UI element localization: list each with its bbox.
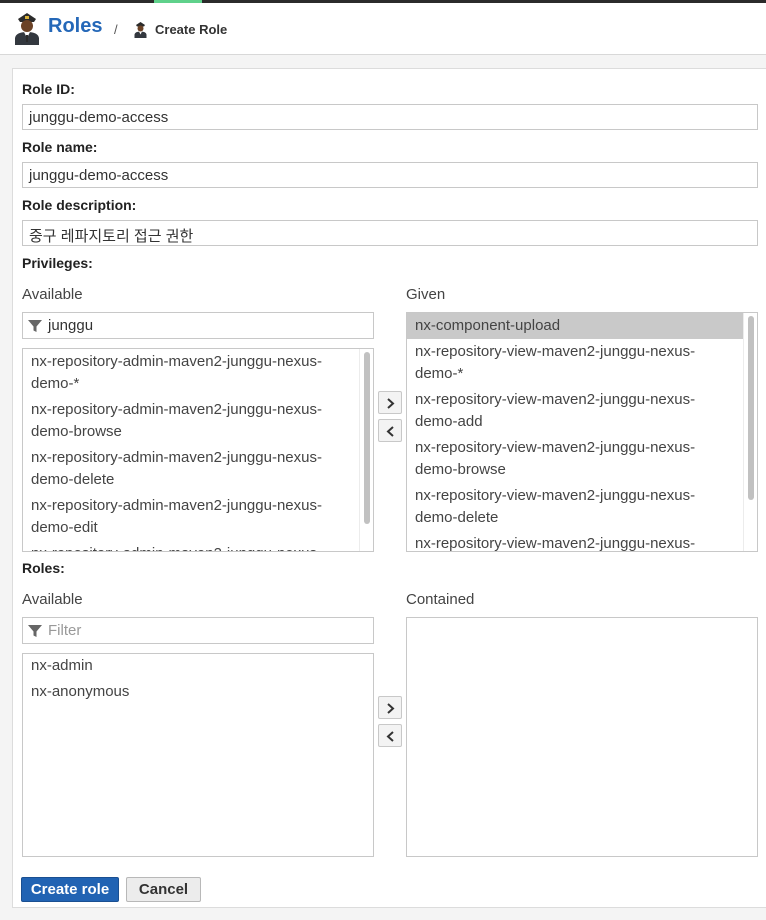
- list-item[interactable]: nx-repository-view-maven2-junggu-nexus-d…: [407, 339, 743, 387]
- chevron-left-icon: [386, 731, 394, 742]
- list-item[interactable]: nx-repository-admin-maven2-junggu-nexus-…: [23, 397, 359, 445]
- privileges-filter-input[interactable]: junggu: [22, 312, 374, 339]
- privileges-available-list[interactable]: nx-repository-admin-maven2-junggu-nexus-…: [22, 348, 374, 552]
- role-description-label: Role description:: [22, 197, 137, 213]
- list-item[interactable]: nx-anonymous: [23, 679, 359, 705]
- officer-small-icon: [133, 21, 148, 43]
- privileges-label: Privileges:: [22, 255, 93, 271]
- list-item[interactable]: nx-repository-admin-maven2-junggu-nexus-…: [23, 493, 359, 541]
- list-item[interactable]: nx-repository-view-maven2-junggu-nexus-d…: [407, 435, 743, 483]
- role-description-input[interactable]: 중구 레파지토리 접근 권한: [22, 220, 758, 246]
- list-item[interactable]: nx-repository-admin-maven2-junggu-nexus-…: [23, 445, 359, 493]
- privileges-given-list[interactable]: nx-component-upload nx-repository-view-m…: [406, 312, 758, 552]
- roles-filter-placeholder: Filter: [48, 622, 82, 639]
- add-privilege-button[interactable]: [378, 391, 402, 414]
- remove-role-button[interactable]: [378, 724, 402, 747]
- list-item[interactable]: nx-repository-view-maven2-junggu-nexus-d…: [407, 483, 743, 531]
- privileges-given-label: Given: [406, 286, 446, 303]
- roles-label: Roles:: [22, 560, 65, 576]
- privileges-available-label: Available: [22, 286, 83, 303]
- scrollbar[interactable]: [359, 349, 373, 551]
- filter-icon: [27, 623, 43, 644]
- scrollbar-thumb[interactable]: [364, 352, 370, 524]
- chevron-right-icon: [387, 398, 395, 409]
- list-item[interactable]: nx-repository-admin-maven2-junggu-nexus-…: [23, 541, 359, 551]
- list-item[interactable]: nx-repository-admin-maven2-junggu-nexus-…: [23, 349, 359, 397]
- filter-icon: [27, 318, 43, 339]
- roles-filter-input[interactable]: Filter: [22, 617, 374, 644]
- list-item[interactable]: nx-repository-view-maven2-junggu-nexus-d…: [407, 387, 743, 435]
- breadcrumb-separator: /: [114, 22, 118, 37]
- scrollbar[interactable]: [743, 313, 757, 551]
- list-item-selected[interactable]: nx-component-upload: [407, 313, 743, 339]
- create-role-button[interactable]: Create role: [21, 877, 119, 902]
- privileges-filter-value: junggu: [48, 317, 94, 334]
- remove-privilege-button[interactable]: [378, 419, 402, 442]
- role-id-input[interactable]: junggu-demo-access: [22, 104, 758, 130]
- chevron-left-icon: [386, 426, 394, 437]
- add-role-button[interactable]: [378, 696, 402, 719]
- page-title[interactable]: Roles: [48, 15, 102, 38]
- cancel-button[interactable]: Cancel: [126, 877, 201, 902]
- roles-available-list[interactable]: nx-admin nx-anonymous: [22, 653, 374, 857]
- roles-contained-list[interactable]: [406, 617, 758, 857]
- list-item[interactable]: nx-repository-view-maven2-junggu-nexus-d…: [407, 531, 743, 551]
- scrollbar-thumb[interactable]: [748, 316, 754, 500]
- role-id-label: Role ID:: [22, 81, 75, 97]
- list-item[interactable]: nx-admin: [23, 654, 359, 679]
- roles-contained-label: Contained: [406, 591, 475, 608]
- chevron-right-icon: [387, 703, 395, 714]
- role-name-label: Role name:: [22, 139, 98, 155]
- role-name-input[interactable]: junggu-demo-access: [22, 162, 758, 188]
- page-header: Roles / Create Role: [0, 3, 766, 55]
- officer-icon: [14, 11, 40, 50]
- breadcrumb-current: Create Role: [155, 22, 228, 37]
- roles-available-label: Available: [22, 591, 83, 608]
